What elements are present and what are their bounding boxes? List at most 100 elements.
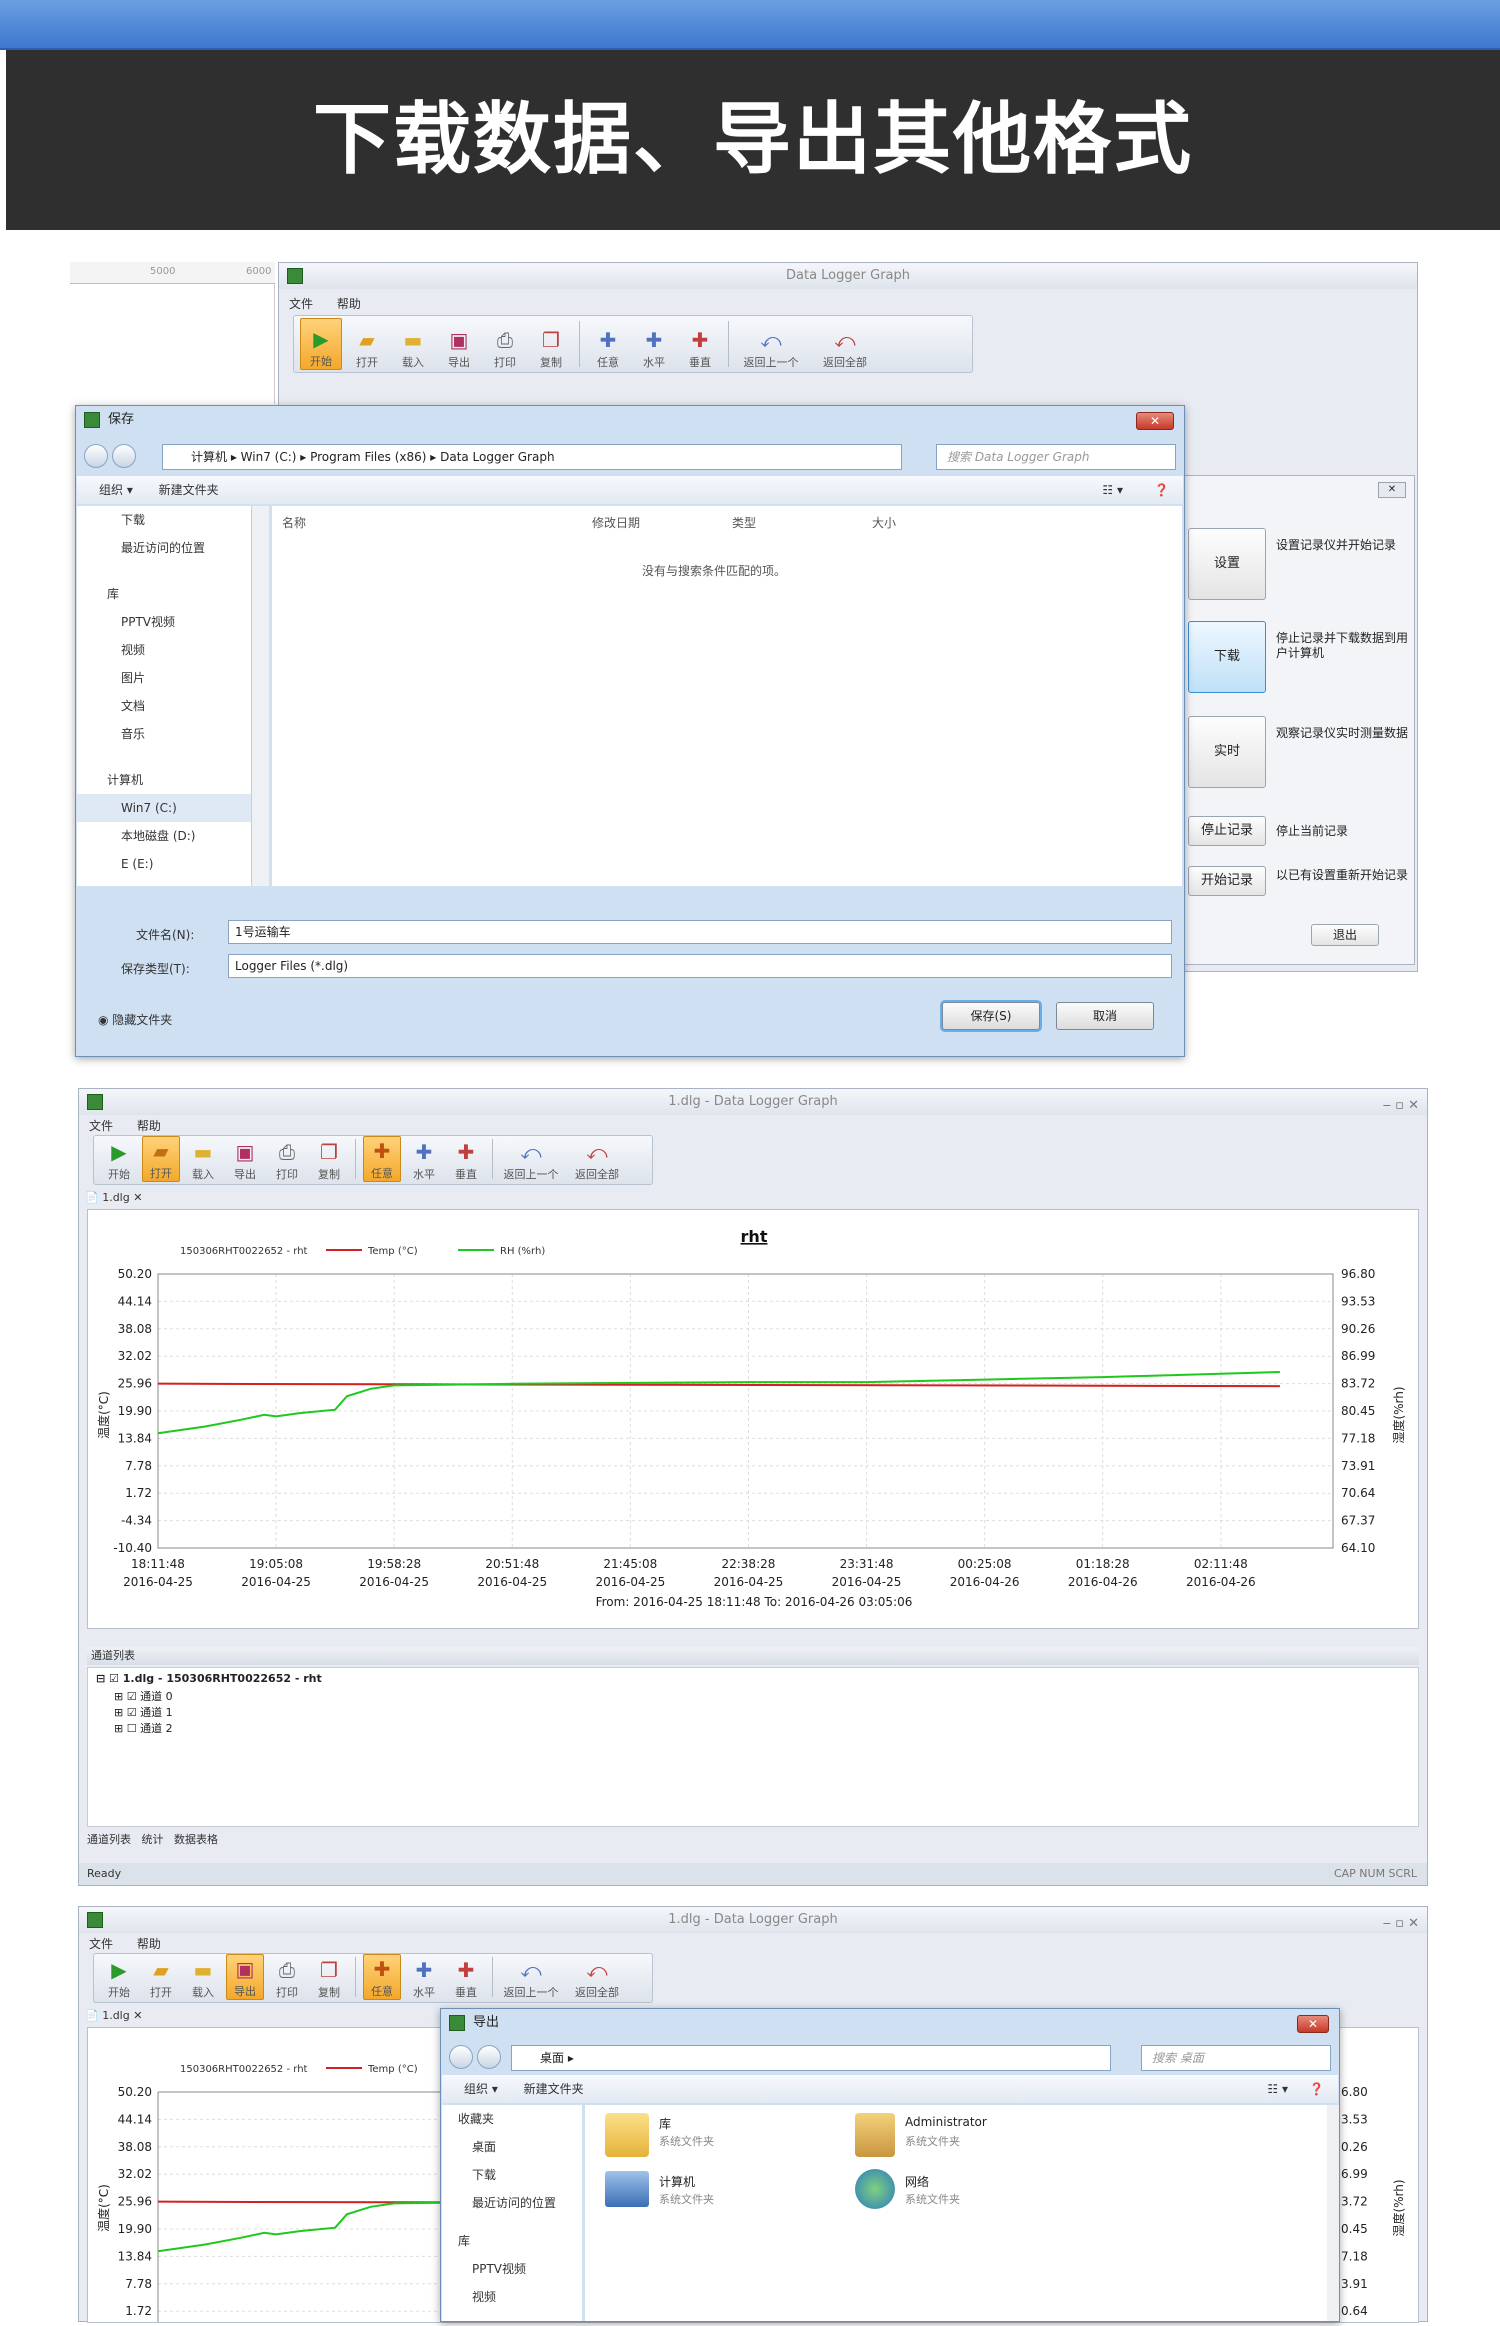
filetype-select[interactable]: Logger Files (*.dlg) [228, 954, 1172, 978]
item-computer-name[interactable]: 计算机 [659, 2173, 695, 2190]
start-button[interactable]: ▶ 开始 [300, 318, 342, 370]
export-button[interactable]: ▣ 导出 [226, 1954, 264, 2000]
close-icon[interactable]: ✕ [1136, 412, 1174, 430]
forward-arrow-icon[interactable] [477, 2045, 501, 2069]
new-folder-button[interactable]: 新建文件夹 [159, 483, 219, 497]
help-icon[interactable]: ❓ [1309, 2075, 1324, 2103]
forward-arrow-icon[interactable] [112, 444, 136, 468]
tree-channel-0[interactable]: ⊞ ☑ 通道 0 [114, 1688, 173, 1704]
print-button[interactable]: ⎙ 打印 [268, 1954, 306, 2000]
tree-channel-1[interactable]: ⊞ ☑ 通道 1 [114, 1704, 173, 1720]
zoom-any-button[interactable]: ✚ 任意 [363, 1954, 401, 2000]
copy-button[interactable]: ❐ 复制 [530, 318, 572, 370]
nav-item-documents[interactable]: 文档 [77, 692, 269, 720]
nav-item-pictures[interactable]: 图片 [77, 664, 269, 692]
back-all-button[interactable]: ⤺ 返回全部 [810, 318, 880, 370]
menu-help[interactable]: 帮助 [127, 1933, 171, 1954]
tab-stats[interactable]: 统计 [142, 1833, 164, 1846]
nav-item-downloads[interactable]: 下载 [442, 2161, 582, 2189]
nav-item-drive-c[interactable]: Win7 (C:) [77, 794, 269, 822]
hide-folders-toggle[interactable]: ◉ 隐藏文件夹 [98, 1011, 172, 1028]
nav-item-music[interactable]: 音乐 [77, 720, 269, 748]
copy-button[interactable]: ❐ 复制 [310, 1954, 348, 2000]
zoom-any-button[interactable]: ✚ 任意 [363, 1136, 401, 1182]
nav-item-videos[interactable]: 视频 [442, 2283, 582, 2311]
breadcrumb-computer[interactable]: 计算机 [191, 450, 227, 464]
nav-item-drive-e[interactable]: E (E:) [77, 850, 269, 878]
menu-file[interactable]: 文件 [279, 293, 323, 314]
back-one-button[interactable]: ⤺ 返回上一个 [500, 1954, 562, 2000]
item-admin-name[interactable]: Administrator [905, 2115, 987, 2129]
back-arrow-icon[interactable] [84, 444, 108, 468]
col-name[interactable]: 名称 [282, 514, 306, 531]
breadcrumb-desktop[interactable]: 桌面 [540, 2051, 564, 2065]
zoom-any-button[interactable]: ✚ 任意 [587, 318, 629, 370]
copy-button[interactable]: ❐ 复制 [310, 1136, 348, 1182]
view-icon[interactable]: ☷ ▾ [1267, 2075, 1288, 2103]
doc-tab[interactable]: 📄 1.dlg ✕ [85, 2007, 142, 2025]
open-button[interactable]: ▰ 打开 [142, 1954, 180, 2000]
col-type[interactable]: 类型 [732, 514, 756, 531]
start-button[interactable]: ▶ 开始 [100, 1136, 138, 1182]
load-button[interactable]: ▬ 载入 [184, 1136, 222, 1182]
back-arrow-icon[interactable] [449, 2045, 473, 2069]
nav-item-computer[interactable]: 计算机 [77, 766, 269, 794]
back-all-button[interactable]: ⤺ 返回全部 [566, 1954, 628, 2000]
col-modified[interactable]: 修改日期 [592, 514, 640, 531]
doc-tab[interactable]: 📄 1.dlg ✕ [85, 1189, 142, 1207]
download-button[interactable]: 下载 [1188, 621, 1266, 693]
open-button[interactable]: ▰ 打开 [142, 1136, 180, 1182]
address-bar[interactable]: 计算机 ▸ Win7 (C:) ▸ Program Files (x86) ▸ … [162, 444, 902, 470]
tree-channel-2[interactable]: ⊞ ☐ 通道 2 [114, 1720, 173, 1736]
breadcrumb-drive[interactable]: Win7 (C:) [241, 450, 297, 464]
nav-scrollbar[interactable] [251, 506, 269, 886]
menu-file[interactable]: 文件 [79, 1115, 123, 1136]
filename-input[interactable]: 1号运输车 [228, 920, 1172, 944]
zoom-horizontal-button[interactable]: ✚ 水平 [405, 1136, 443, 1182]
cancel-button[interactable]: 取消 [1056, 1002, 1154, 1030]
address-bar[interactable]: 桌面 ▸ [511, 2045, 1111, 2071]
nav-item-favorites[interactable]: 收藏夹 [442, 2105, 582, 2133]
start-button[interactable]: ▶ 开始 [100, 1954, 138, 2000]
nav-item-pptv[interactable]: PPTV视频 [77, 608, 269, 636]
menu-file[interactable]: 文件 [79, 1933, 123, 1954]
zoom-vertical-button[interactable]: ✚ 垂直 [679, 318, 721, 370]
back-one-button[interactable]: ⤺ 返回上一个 [736, 318, 806, 370]
zoom-horizontal-button[interactable]: ✚ 水平 [405, 1954, 443, 2000]
menu-help[interactable]: 帮助 [127, 1115, 171, 1136]
nav-item-recent[interactable]: 最近访问的位置 [442, 2189, 582, 2217]
nav-item-libraries[interactable]: 库 [77, 580, 269, 608]
export-button[interactable]: ▣ 导出 [226, 1136, 264, 1182]
save-button[interactable]: 保存(S) [942, 1002, 1040, 1030]
realtime-button[interactable]: 实时 [1188, 716, 1266, 788]
item-network-name[interactable]: 网络 [905, 2173, 929, 2190]
search-input[interactable]: 搜索 桌面 [1141, 2045, 1331, 2071]
nav-item-videos[interactable]: 视频 [77, 636, 269, 664]
exit-button[interactable]: 退出 [1311, 924, 1379, 946]
stop-record-button[interactable]: 停止记录 [1188, 816, 1266, 846]
new-folder-button[interactable]: 新建文件夹 [524, 2082, 584, 2096]
tab-channel-list[interactable]: 通道列表 [87, 1833, 131, 1846]
item-library-name[interactable]: 库 [659, 2115, 671, 2132]
menu-help[interactable]: 帮助 [327, 293, 371, 314]
nav-item-libraries[interactable]: 库 [442, 2227, 582, 2255]
organize-button[interactable]: 组织 ▾ [99, 483, 133, 497]
export-button[interactable]: ▣ 导出 [438, 318, 480, 370]
view-icon[interactable]: ☷ ▾ [1102, 476, 1123, 504]
settings-button[interactable]: 设置 [1188, 528, 1266, 600]
back-all-button[interactable]: ⤺ 返回全部 [566, 1136, 628, 1182]
load-button[interactable]: ▬ 载入 [184, 1954, 222, 2000]
nav-item-downloads[interactable]: 下载 [77, 506, 269, 534]
search-input[interactable]: 搜索 Data Logger Graph [936, 444, 1176, 470]
zoom-vertical-button[interactable]: ✚ 垂直 [447, 1136, 485, 1182]
breadcrumb-program-files[interactable]: Program Files (x86) [310, 450, 426, 464]
panel-close-icon[interactable]: ✕ [1378, 482, 1406, 498]
breadcrumb-app-folder[interactable]: Data Logger Graph [440, 450, 554, 464]
print-button[interactable]: ⎙ 打印 [484, 318, 526, 370]
tab-data-table[interactable]: 数据表格 [174, 1833, 218, 1846]
tree-root[interactable]: ⊟ ☑ 1.dlg - 150306RHT0022652 - rht [96, 1672, 322, 1685]
file-scrollbar[interactable] [1327, 2105, 1339, 2321]
nav-item-pptv[interactable]: PPTV视频 [442, 2255, 582, 2283]
nav-item-desktop[interactable]: 桌面 [442, 2133, 582, 2161]
load-button[interactable]: ▬ 载入 [392, 318, 434, 370]
